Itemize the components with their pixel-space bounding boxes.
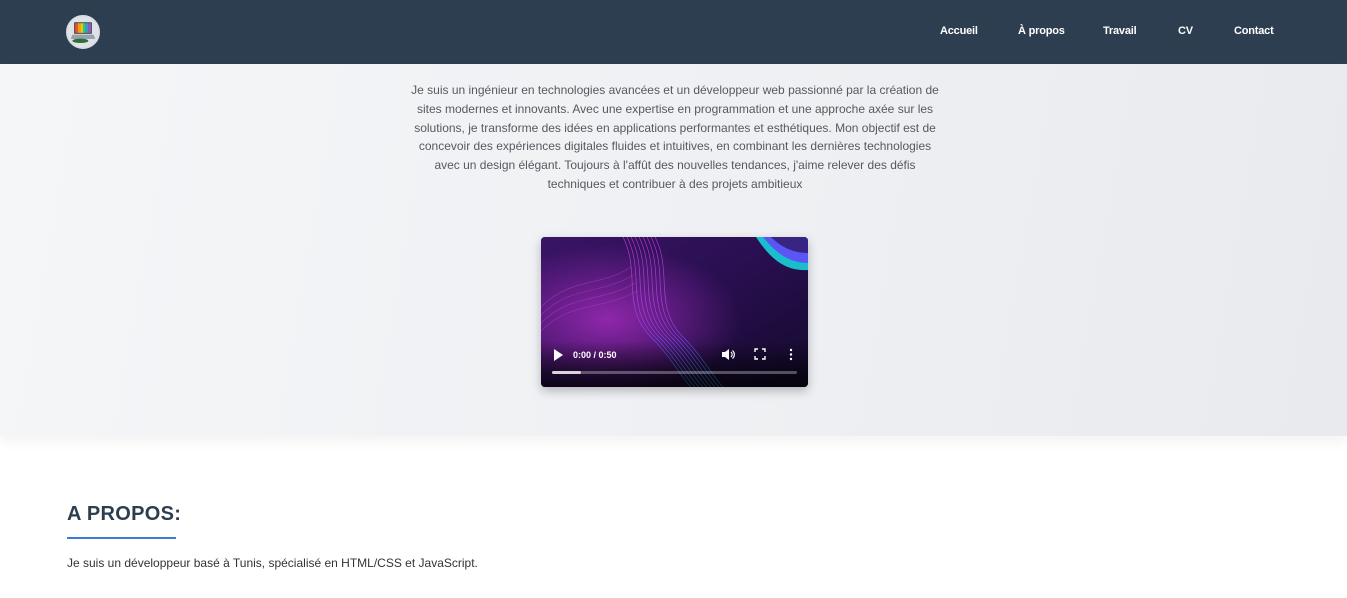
about-title: A PROPOS: [67, 503, 182, 525]
fullscreen-icon[interactable] [754, 348, 766, 360]
nav-link-a-propos[interactable]: À propos [1018, 23, 1065, 39]
nav-link-contact[interactable]: Contact [1234, 23, 1274, 39]
about-title-underline [67, 537, 176, 539]
laptop-logo-icon[interactable] [66, 15, 100, 49]
navbar: Accueil À propos Travail CV Contact [0, 0, 1347, 64]
more-options-icon[interactable] [788, 348, 794, 361]
nav-link-accueil[interactable]: Accueil [940, 23, 978, 39]
about-text: Je suis un développeur basé à Tunis, spé… [67, 556, 478, 570]
nav-link-travail[interactable]: Travail [1103, 23, 1137, 39]
play-icon[interactable] [553, 349, 563, 361]
about-section: A PROPOS: Je suis un développeur basé à … [0, 456, 1347, 598]
video-progress-bar[interactable] [552, 371, 797, 374]
nav-link-cv[interactable]: CV [1178, 23, 1193, 39]
hero-description: Je suis un ingénieur en technologies ava… [411, 83, 939, 191]
video-time-display: 0:00 / 0:50 [573, 350, 617, 360]
volume-icon[interactable] [722, 348, 735, 361]
video-buffer-fill [552, 371, 582, 374]
video-player[interactable]: 0:00 / 0:50 [541, 237, 808, 387]
hero-section: Je suis un ingénieur en technologies ava… [0, 64, 1347, 436]
video-controls-bar [541, 341, 808, 387]
